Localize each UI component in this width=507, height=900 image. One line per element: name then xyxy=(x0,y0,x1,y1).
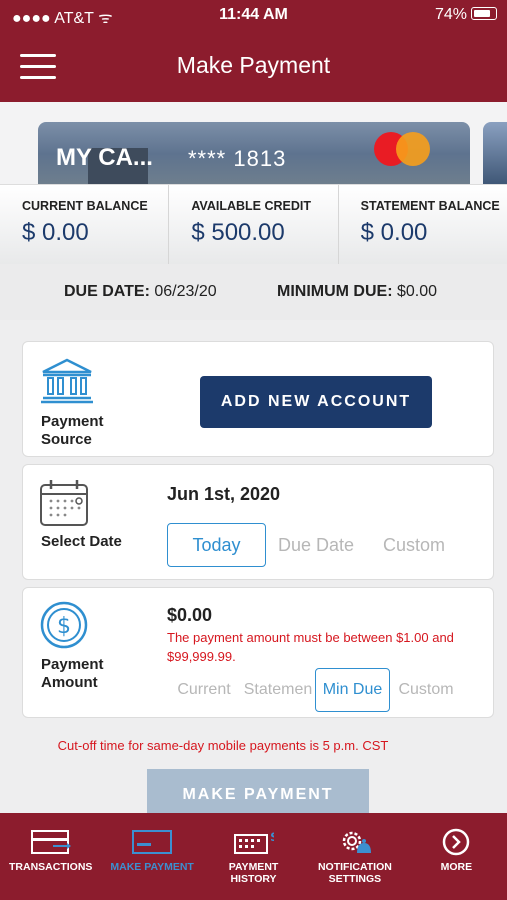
battery-icon xyxy=(471,7,497,20)
next-card-preview[interactable] xyxy=(483,122,507,186)
balance-summary: CURRENT BALANCE $ 0.00 AVAILABLE CREDIT … xyxy=(0,184,507,264)
available-credit: AVAILABLE CREDIT $ 500.00 xyxy=(169,185,339,264)
dollar-icon: $ xyxy=(40,601,88,649)
add-new-account-button[interactable]: ADD NEW ACCOUNT xyxy=(200,376,432,428)
amount-error-message: The payment amount must be between $1.00… xyxy=(167,630,454,664)
payment-amount-value: $0.00 xyxy=(167,605,213,625)
date-option-today[interactable]: Today xyxy=(167,523,266,567)
payment-amount-label: Payment Amount xyxy=(41,656,104,691)
amount-option-current[interactable]: Current xyxy=(167,668,241,712)
more-icon xyxy=(443,828,470,856)
credit-card[interactable]: MY CA... **** 1813 xyxy=(38,122,470,186)
amount-segmented-control: Current Statemen Min Due Custom xyxy=(167,668,462,712)
tab-transactions[interactable]: TRANSACTIONS xyxy=(0,813,101,900)
select-date-label: Select Date xyxy=(41,533,122,550)
bank-icon xyxy=(41,358,93,404)
svg-text:$: $ xyxy=(270,830,274,845)
tab-notification-settings[interactable]: NOTIFICATION SETTINGS xyxy=(304,813,405,900)
date-option-due-date[interactable]: Due Date xyxy=(266,523,366,567)
due-date: DUE DATE: 06/23/20 xyxy=(64,283,217,300)
page-title: Make Payment xyxy=(176,52,331,78)
due-info-bar: DUE DATE: 06/23/20 MINIMUM DUE: $0.00 xyxy=(0,264,507,320)
amount-option-statement[interactable]: Statemen xyxy=(241,668,315,712)
payment-source-panel: Payment Source ADD NEW ACCOUNT xyxy=(22,341,494,457)
card-name: MY CA... xyxy=(56,144,153,171)
tab-more[interactable]: MORE xyxy=(406,813,507,900)
battery-indicator: 74% xyxy=(435,6,497,24)
current-balance: CURRENT BALANCE $ 0.00 xyxy=(0,185,170,264)
mastercard-logo-icon-yellow xyxy=(396,132,430,166)
transactions-icon xyxy=(30,830,71,854)
tab-make-payment[interactable]: MAKE PAYMENT xyxy=(101,813,202,900)
card-icon xyxy=(132,830,173,854)
status-bar: ●●●● AT&T ᯤ 11:44 AM 74% xyxy=(0,0,507,30)
selected-date: Jun 1st, 2020 xyxy=(167,484,281,504)
minimum-due: MINIMUM DUE: $0.00 xyxy=(277,283,438,300)
amount-option-min-due[interactable]: Min Due xyxy=(315,668,390,712)
calendar-icon xyxy=(40,480,88,526)
card-carousel[interactable]: MY CA... **** 1813 xyxy=(0,102,507,186)
date-option-custom[interactable]: Custom xyxy=(366,523,462,567)
select-date-panel: Select Date Jun 1st, 2020 Today Due Date… xyxy=(22,464,494,580)
cutoff-notice: Cut-off time for same-day mobile payment… xyxy=(57,738,389,753)
bottom-tab-bar: TRANSACTIONS MAKE PAYMENT $ PAYMENTHISTO… xyxy=(0,813,507,900)
app-header: ●●●● AT&T ᯤ 11:44 AM 74% Make Payment xyxy=(0,0,507,102)
statement-balance: STATEMENT BALANCE $ 0.00 xyxy=(360,199,500,246)
tab-payment-history[interactable]: $ PAYMENTHISTORY xyxy=(203,813,304,900)
svg-text:$: $ xyxy=(57,614,71,639)
payment-amount-panel: $ Payment Amount $0.00 The payment amount… xyxy=(22,587,494,718)
history-icon: $ xyxy=(233,830,274,854)
make-payment-button[interactable]: MAKE PAYMENT xyxy=(147,769,369,819)
amount-option-custom[interactable]: Custom xyxy=(390,668,462,712)
date-segmented-control: Today Due Date Custom xyxy=(167,523,462,567)
clock: 11:44 AM xyxy=(219,6,288,23)
card-number: **** 1813 xyxy=(188,146,287,171)
payment-source-label: Payment Source xyxy=(41,413,104,448)
notification-gear-icon xyxy=(342,831,371,853)
